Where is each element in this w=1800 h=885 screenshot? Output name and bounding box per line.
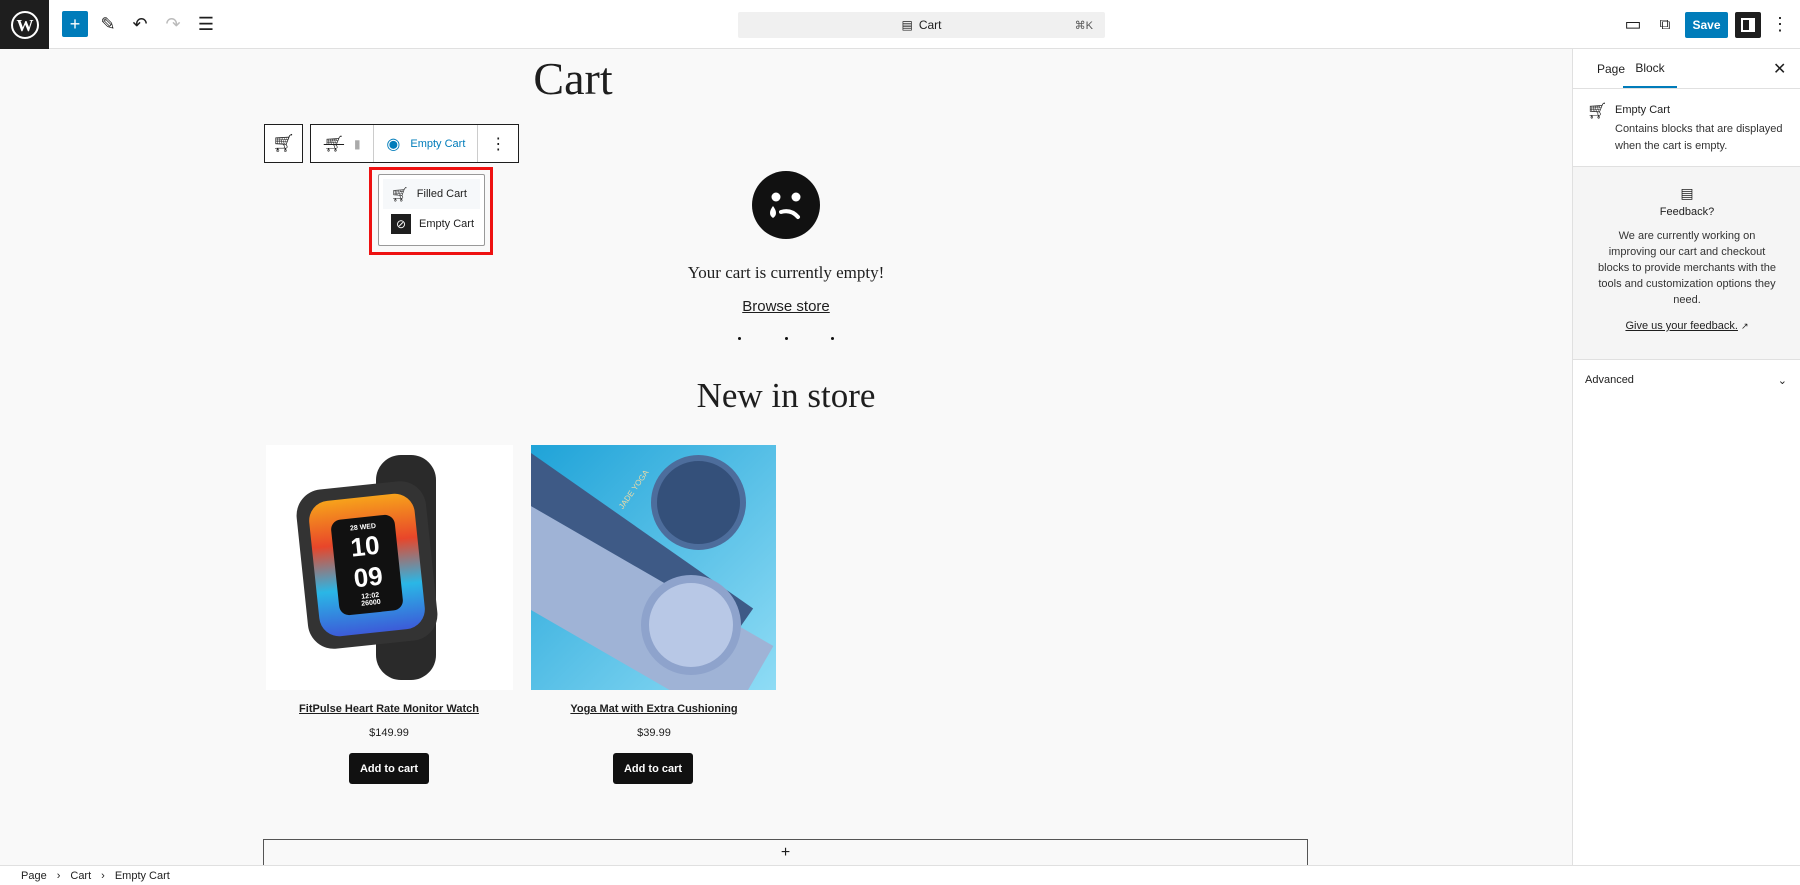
breadcrumb-item[interactable]: Cart bbox=[70, 870, 91, 882]
cart-icon: 🛒︎ bbox=[272, 133, 295, 153]
parent-block-button[interactable]: 🛒︎ bbox=[264, 124, 303, 163]
block-options-button[interactable]: ⋮ bbox=[478, 125, 518, 162]
shortcut-hint: ⌘K bbox=[1074, 19, 1093, 32]
kebab-icon[interactable]: ⋮ bbox=[1766, 10, 1794, 38]
section-heading: New in store bbox=[696, 376, 876, 415]
sidebar-toggle-button[interactable] bbox=[1735, 12, 1761, 38]
block-toolbar: 🛒︎ ▮ ◉ Empty Cart ⋮ bbox=[310, 124, 519, 163]
product-price: $39.99 bbox=[637, 727, 671, 739]
empty-cart-icon: ⊘ bbox=[391, 214, 411, 234]
empty-cart-message: Your cart is currently empty! bbox=[687, 263, 885, 282]
view-label: Empty Cart bbox=[410, 137, 466, 150]
feedback-title: Feedback? bbox=[1659, 206, 1715, 218]
block-type-button[interactable]: 🛒︎ ▮ bbox=[311, 125, 375, 162]
product-price: $149.99 bbox=[369, 727, 409, 739]
pen-icon[interactable]: ✎ bbox=[94, 10, 122, 38]
feedback-icon: ▤ bbox=[1680, 185, 1694, 201]
breadcrumb: Page › Cart › Empty Cart bbox=[0, 865, 1800, 885]
tab-block[interactable]: Block bbox=[1623, 49, 1677, 88]
cart-icon: 🛒︎ bbox=[391, 185, 409, 202]
separator bbox=[738, 337, 834, 340]
mat-brand-label: JADE YOGA bbox=[617, 468, 651, 511]
empty-cart-icon: 🛒︎ bbox=[1587, 103, 1608, 120]
list-view-icon[interactable]: ☰ bbox=[192, 10, 220, 38]
menu-item-label: Filled Cart bbox=[416, 188, 467, 200]
document-title: Cart bbox=[918, 18, 942, 32]
plus-icon: + bbox=[780, 844, 791, 861]
feedback-text: We are currently working on improving ou… bbox=[1598, 230, 1776, 306]
external-link-icon[interactable]: ⧉ bbox=[1651, 10, 1679, 38]
add-to-cart-button[interactable]: Add to cart bbox=[613, 753, 693, 784]
feedback-panel: ▤ Feedback? We are currently working on … bbox=[1573, 166, 1800, 360]
product-image-yoga-mat[interactable]: JADE YOGA bbox=[531, 445, 776, 690]
document-icon: ▤ bbox=[901, 18, 913, 32]
tab-page[interactable]: Page bbox=[1597, 49, 1625, 88]
breadcrumb-item[interactable]: Empty Cart bbox=[115, 870, 170, 882]
view-switcher-button[interactable]: ◉ Empty Cart bbox=[374, 125, 479, 162]
wordpress-logo[interactable]: W bbox=[0, 0, 49, 49]
lock-icon: ▮ bbox=[354, 136, 361, 151]
block-description: Contains blocks that are displayed when … bbox=[1615, 123, 1783, 152]
settings-sidebar: Page Block ✕ 🛒︎ Empty Cart Contains bloc… bbox=[1572, 49, 1800, 865]
chevron-right-icon: › bbox=[56, 869, 61, 882]
close-icon[interactable]: ✕ bbox=[1773, 49, 1786, 88]
block-title: Empty Cart bbox=[1615, 104, 1671, 116]
advanced-panel-toggle[interactable]: Advanced ⌄ bbox=[1573, 360, 1800, 400]
browse-store-link[interactable]: Browse store bbox=[742, 298, 830, 315]
chevron-right-icon: › bbox=[101, 869, 105, 882]
desktop-icon[interactable]: ▭ bbox=[1619, 10, 1647, 38]
add-to-cart-button[interactable]: Add to cart bbox=[349, 753, 429, 784]
chevron-down-icon: ⌄ bbox=[1777, 374, 1787, 387]
command-palette[interactable]: ▤ Cart ⌘K bbox=[738, 12, 1105, 38]
menu-item-empty-cart[interactable]: ⊘ Empty Cart bbox=[383, 209, 480, 239]
sad-face-icon bbox=[752, 171, 820, 239]
watch-hour: 10 bbox=[349, 529, 381, 563]
watch-steps: 26000 bbox=[360, 598, 382, 608]
breadcrumb-item[interactable]: Page bbox=[21, 870, 47, 882]
page-title: Cart bbox=[533, 53, 613, 104]
empty-cart-icon: 🛒︎ bbox=[323, 135, 345, 153]
advanced-label: Advanced bbox=[1585, 374, 1634, 386]
svg-text:W: W bbox=[16, 16, 33, 35]
sidebar-icon bbox=[1741, 18, 1755, 32]
product-title-link[interactable]: FitPulse Heart Rate Monitor Watch bbox=[299, 703, 479, 715]
external-link-icon: ↗ bbox=[1741, 321, 1749, 331]
top-toolbar: W + ✎ ↶ ↷ ☰ ▤ Cart ⌘K ▭ ⧉ Save ⋮ bbox=[0, 0, 1800, 49]
menu-item-filled-cart[interactable]: 🛒︎ Filled Cart bbox=[383, 179, 480, 209]
feedback-link[interactable]: Give us your feedback. bbox=[1625, 320, 1738, 332]
product-image-watch[interactable]: 28 WED 10 09 12:02 26000 bbox=[266, 445, 513, 690]
redo-icon[interactable]: ↷ bbox=[159, 10, 187, 38]
block-appender[interactable]: + bbox=[263, 839, 1308, 866]
watch-minute: 09 bbox=[352, 560, 385, 593]
menu-item-label: Empty Cart bbox=[419, 218, 475, 230]
product-title-link[interactable]: Yoga Mat with Extra Cushioning bbox=[570, 703, 737, 715]
save-button[interactable]: Save bbox=[1685, 12, 1728, 38]
add-block-button[interactable]: + bbox=[62, 11, 88, 37]
undo-icon[interactable]: ↶ bbox=[126, 10, 154, 38]
eye-icon: ◉ bbox=[386, 135, 401, 153]
view-menu: 🛒︎ Filled Cart ⊘ Empty Cart bbox=[378, 174, 485, 246]
